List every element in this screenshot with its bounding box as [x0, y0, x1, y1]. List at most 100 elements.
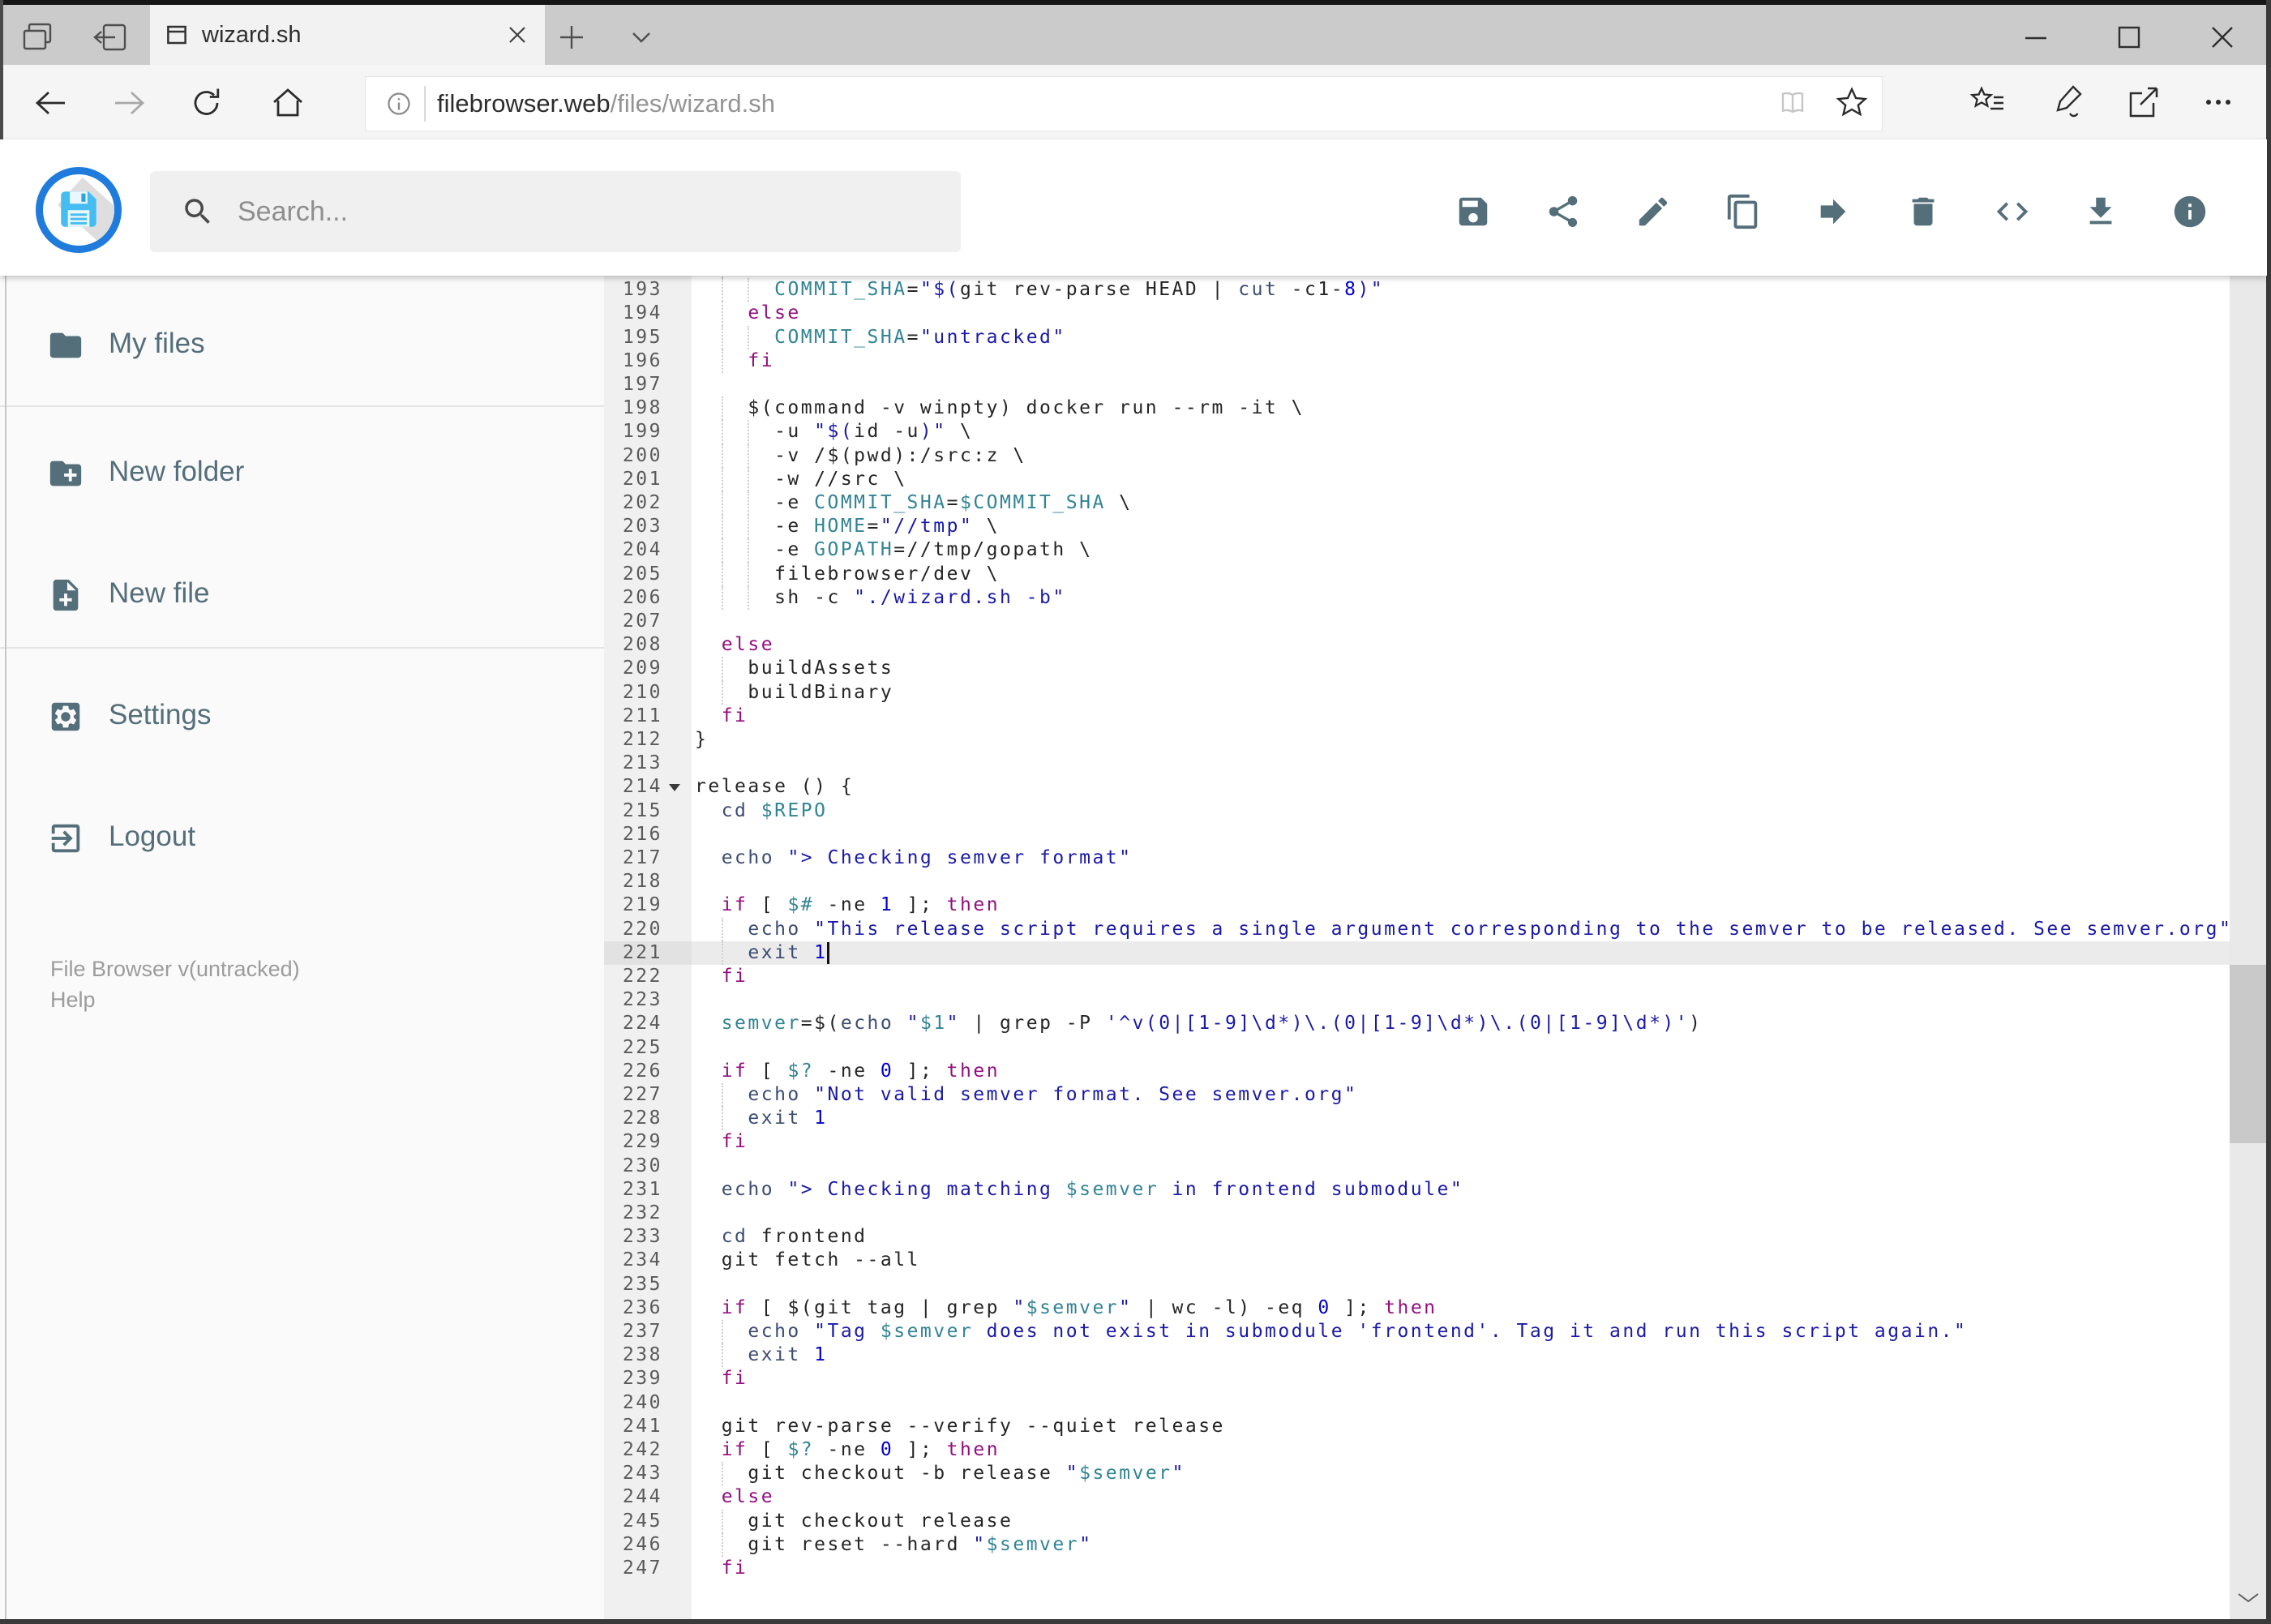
code-line[interactable]: git reset --hard "$semver" [692, 1532, 2230, 1557]
code-line[interactable]: exit 1 [692, 941, 2230, 965]
code-line[interactable]: echo "> Checking semver format" [692, 846, 2230, 870]
minimize-button[interactable] [2017, 23, 2055, 52]
code-line[interactable]: sh -c "./wizard.sh -b" [692, 585, 2230, 610]
code-line[interactable] [692, 1036, 2230, 1060]
share-file-button[interactable] [1545, 193, 1582, 230]
code-line[interactable]: fi [692, 1367, 2230, 1390]
tab-list-chevron-icon[interactable] [623, 21, 660, 54]
code-line[interactable]: semver=$(echo "$1" | grep -P '^v(0|[1-9]… [692, 1012, 2230, 1035]
new-tab-button[interactable] [553, 21, 590, 54]
save-button[interactable] [1455, 193, 1492, 230]
code-line[interactable]: echo "This release script requires a sin… [692, 917, 2230, 941]
code-line[interactable] [692, 988, 2230, 1012]
reading-view-icon[interactable] [1775, 85, 1810, 121]
scrollbar-track[interactable] [2230, 141, 2267, 1619]
code-line[interactable]: COMMIT_SHA="$(git rev-parse HEAD | cut -… [692, 278, 2230, 302]
sidebar-item-new-folder[interactable]: New folder [0, 436, 604, 511]
code-line[interactable]: fi [692, 705, 2230, 728]
sidebar-item-logout[interactable]: Logout [0, 801, 604, 876]
code-line[interactable] [692, 373, 2230, 396]
delete-button[interactable] [1905, 193, 1942, 230]
copy-button[interactable] [1725, 193, 1762, 230]
code-line[interactable]: else [692, 633, 2230, 657]
code-line[interactable] [692, 752, 2230, 775]
code-line[interactable]: fi [692, 1557, 2230, 1580]
code-line[interactable]: git checkout -b release "$semver" [692, 1462, 2230, 1486]
download-button[interactable] [2082, 193, 2119, 230]
line-number: 195 [622, 326, 662, 348]
rename-button[interactable] [1635, 193, 1672, 230]
favorite-star-icon[interactable] [1833, 84, 1870, 122]
code-line[interactable]: if [ $(git tag | grep "$semver" | wc -l)… [692, 1296, 2230, 1320]
code-line[interactable]: COMMIT_SHA="untracked" [692, 325, 2230, 349]
code-line[interactable]: filebrowser/dev \ [692, 562, 2230, 586]
sidebar-item-settings[interactable]: Settings [0, 679, 604, 754]
code-line[interactable] [692, 1391, 2230, 1415]
code-line[interactable]: -u "$(id -u)" \ [692, 420, 2230, 444]
code-line[interactable]: git rev-parse --verify --quiet release [692, 1415, 2230, 1438]
filebrowser-logo[interactable] [36, 167, 122, 253]
code-editor[interactable]: 192 if [ -d ".git" ]; then193 COMMIT_SHA… [604, 272, 2230, 1619]
address-bar[interactable]: filebrowser.web/files/wizard.sh [365, 76, 1883, 131]
window-close-button[interactable] [2204, 23, 2241, 52]
site-info-icon[interactable] [383, 88, 414, 119]
code-line[interactable]: git fetch --all [692, 1249, 2230, 1272]
tab-preview-icon[interactable] [19, 21, 57, 54]
maximize-button[interactable] [2110, 23, 2148, 52]
line-number: 201 [622, 468, 662, 490]
code-line[interactable] [692, 1155, 2230, 1178]
code-line[interactable]: if [ $# -ne 1 ]; then [692, 893, 2230, 917]
code-line[interactable] [692, 870, 2230, 893]
more-options-icon[interactable] [2199, 83, 2238, 122]
code-line[interactable]: fi [692, 349, 2230, 373]
favorites-hub-icon[interactable] [1969, 83, 2007, 122]
code-line[interactable]: else [692, 1485, 2230, 1509]
code-line[interactable]: echo "Tag $semver does not exist in subm… [692, 1320, 2230, 1344]
code-line[interactable]: buildAssets [692, 657, 2230, 681]
code-line[interactable]: -w //src \ [692, 467, 2230, 491]
code-line[interactable] [692, 610, 2230, 633]
raw-code-button[interactable] [1994, 193, 2031, 230]
forward-icon[interactable] [110, 84, 148, 122]
search-input[interactable] [236, 195, 904, 229]
help-link[interactable]: Help [50, 988, 96, 1013]
back-icon[interactable] [32, 84, 70, 122]
move-button[interactable] [1815, 193, 1852, 230]
code-line[interactable] [692, 1273, 2230, 1296]
sidebar-item-my-files[interactable]: My files [0, 308, 604, 383]
fold-toggle-icon[interactable] [669, 784, 680, 792]
code-line[interactable]: $(command -v winpty) docker run --rm -it… [692, 396, 2230, 421]
code-line[interactable]: exit 1 [692, 1343, 2230, 1368]
refresh-icon[interactable] [188, 84, 225, 122]
web-notes-pen-icon[interactable] [2048, 83, 2087, 122]
code-line[interactable]: cd $REPO [692, 799, 2230, 823]
code-line[interactable]: if [ $? -ne 0 ]; then [692, 1060, 2230, 1083]
home-icon[interactable] [269, 84, 306, 122]
code-line[interactable]: fi [692, 1130, 2230, 1154]
tab-close-icon[interactable] [506, 24, 529, 46]
code-line[interactable]: -e COMMIT_SHA=$COMMIT_SHA \ [692, 491, 2230, 516]
code-line[interactable] [692, 1202, 2230, 1225]
code-line[interactable]: -e GOPATH=//tmp/gopath \ [692, 538, 2230, 563]
code-line[interactable]: buildBinary [692, 680, 2230, 705]
code-line[interactable]: echo "> Checking matching $semver in fro… [692, 1178, 2230, 1202]
code-line[interactable]: exit 1 [692, 1107, 2230, 1131]
browser-tab[interactable]: wizard.sh [150, 5, 545, 65]
code-line[interactable]: release () { [692, 775, 2230, 799]
code-line[interactable]: -e HOME="//tmp" \ [692, 515, 2230, 539]
code-line[interactable]: else [692, 302, 2230, 326]
code-line[interactable] [692, 823, 2230, 846]
code-line[interactable]: fi [692, 965, 2230, 988]
code-line[interactable]: if [ $? -ne 0 ]; then [692, 1438, 2230, 1462]
code-line[interactable]: -v /$(pwd):/src:z \ [692, 443, 2230, 468]
code-line[interactable]: } [692, 728, 2230, 752]
search-box[interactable] [150, 171, 961, 252]
sidebar-item-new-file[interactable]: New file [0, 558, 604, 632]
code-line[interactable]: echo "Not valid semver format. See semve… [692, 1083, 2230, 1108]
code-line[interactable]: git checkout release [692, 1509, 2230, 1533]
share-icon[interactable] [2124, 83, 2163, 122]
scrollbar-thumb[interactable] [2230, 965, 2267, 1143]
code-line[interactable]: cd frontend [692, 1225, 2230, 1249]
set-tabs-aside-icon[interactable] [91, 21, 128, 54]
info-button[interactable] [2171, 193, 2209, 230]
